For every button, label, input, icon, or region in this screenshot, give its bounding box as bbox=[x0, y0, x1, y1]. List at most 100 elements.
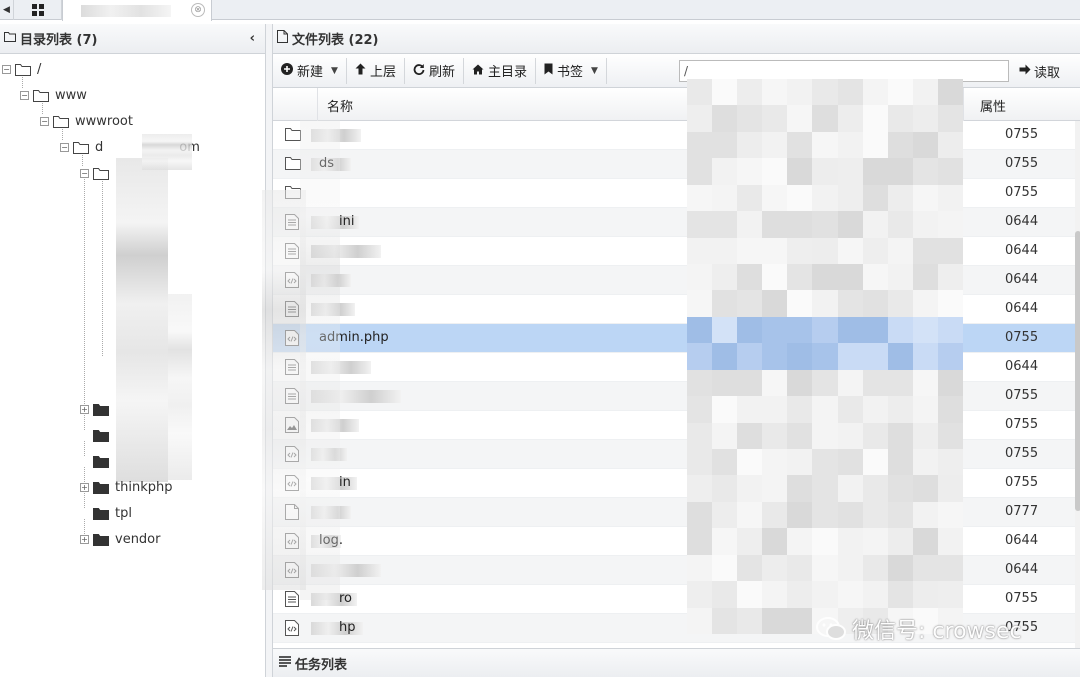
folder-filled-icon bbox=[93, 455, 109, 468]
up-button-label: 上层 bbox=[369, 65, 396, 80]
folder-filled-icon bbox=[93, 507, 109, 520]
collapse-node-icon[interactable]: − bbox=[40, 116, 49, 126]
redacted-columns-region bbox=[687, 79, 963, 634]
close-icon[interactable]: ⊗ bbox=[191, 3, 205, 17]
file-attr: 0755 bbox=[1005, 475, 1039, 490]
refresh-button-label: 刷新 bbox=[428, 65, 455, 80]
new-button[interactable]: 新建 ▼ bbox=[273, 57, 347, 84]
tree-node-root[interactable]: − / bbox=[2, 60, 41, 78]
folder-filled-icon bbox=[93, 403, 109, 416]
file-outline-icon bbox=[277, 30, 288, 47]
file-name: ini bbox=[339, 214, 355, 229]
folder-icon bbox=[15, 63, 31, 76]
file-name: hp bbox=[339, 620, 356, 635]
directory-panel: 目录列表 (7) ‹ − / − www − wwwroot − d − + +… bbox=[0, 24, 266, 677]
directory-panel-title: 目录列表 (7) bbox=[20, 33, 98, 48]
folder-icon bbox=[33, 89, 49, 102]
read-button[interactable]: 读取 bbox=[1019, 58, 1060, 84]
tree-node-wwwroot[interactable]: − wwwroot bbox=[40, 112, 133, 130]
scrollbar-thumb[interactable] bbox=[1075, 231, 1080, 511]
collapse-node-icon[interactable]: − bbox=[60, 142, 69, 152]
bookmark-button-label: 书签 bbox=[556, 65, 583, 80]
tab-strip: ◀ ⊗ bbox=[0, 0, 1080, 21]
text-file-icon bbox=[285, 591, 299, 611]
task-list-bar[interactable]: 任务列表 bbox=[272, 648, 1080, 677]
read-button-label: 读取 bbox=[1034, 65, 1061, 81]
task-list-title: 任务列表 bbox=[295, 657, 348, 673]
file-grid-scrollbar[interactable] bbox=[1075, 121, 1080, 648]
folder-icon bbox=[93, 167, 109, 180]
tree-node-dir[interactable] bbox=[80, 426, 109, 444]
file-name: in bbox=[339, 475, 351, 490]
bookmark-button[interactable]: 书签 ▼ bbox=[536, 57, 607, 84]
tab-file-manager[interactable]: ⊗ bbox=[62, 0, 212, 21]
column-attr-header[interactable]: 属性 bbox=[980, 96, 1006, 115]
refresh-button[interactable]: 刷新 bbox=[405, 57, 464, 84]
bookmark-icon bbox=[544, 63, 553, 78]
file-attr: 0777 bbox=[1005, 504, 1039, 519]
file-attr: 0755 bbox=[1005, 185, 1039, 200]
plus-circle-icon bbox=[281, 63, 293, 78]
file-attr: 0755 bbox=[1005, 446, 1039, 461]
home-button[interactable]: 主目录 bbox=[464, 57, 536, 84]
file-attr: 0644 bbox=[1005, 301, 1039, 316]
folder-filled-icon bbox=[93, 429, 109, 442]
tree-node-app[interactable]: − bbox=[80, 164, 109, 182]
tab-scroll-left-icon[interactable]: ◀ bbox=[0, 0, 14, 20]
column-name-header[interactable]: 名称 bbox=[327, 96, 353, 115]
expand-node-icon[interactable]: + bbox=[80, 482, 89, 492]
folder-icon bbox=[53, 115, 69, 128]
redacted-overlay bbox=[300, 120, 340, 600]
folder-icon bbox=[285, 156, 301, 174]
collapse-node-icon[interactable]: − bbox=[20, 90, 29, 100]
tree-label-prefix: d bbox=[95, 139, 104, 155]
tab-label-redacted bbox=[81, 4, 171, 17]
chevron-down-icon: ▼ bbox=[591, 65, 598, 76]
tree-node-dir[interactable] bbox=[80, 452, 109, 470]
list-icon bbox=[279, 656, 291, 670]
tree-node-www[interactable]: − www bbox=[20, 86, 87, 104]
arrow-right-icon bbox=[1019, 64, 1031, 79]
file-attr: 0755 bbox=[1005, 417, 1039, 432]
home-button-label: 主目录 bbox=[487, 65, 527, 80]
watermark-text: 微信号: crowsec bbox=[852, 619, 1022, 644]
redacted-tree-region bbox=[116, 158, 168, 482]
folder-icon bbox=[285, 127, 301, 145]
tree-label: wwwroot bbox=[75, 113, 133, 129]
directory-tree: − / − www − wwwroot − d om − bbox=[0, 54, 265, 674]
collapse-panel-icon[interactable]: ‹ bbox=[250, 31, 255, 46]
file-attr: 0755 bbox=[1005, 330, 1039, 345]
file-attr: 0644 bbox=[1005, 533, 1039, 548]
expand-node-icon[interactable]: + bbox=[80, 534, 89, 544]
file-attr: 0644 bbox=[1005, 562, 1039, 577]
tree-label: / bbox=[37, 61, 42, 77]
folder-outline-icon bbox=[4, 31, 16, 46]
file-attr: 0644 bbox=[1005, 243, 1039, 258]
tree-node-dir[interactable]: + bbox=[80, 400, 109, 418]
file-attr: 0755 bbox=[1005, 156, 1039, 171]
folder-filled-icon bbox=[93, 481, 109, 494]
expand-node-icon[interactable]: + bbox=[80, 404, 89, 414]
tree-label: vendor bbox=[115, 531, 161, 547]
file-list-title: 文件列表 (22) bbox=[292, 33, 379, 48]
tree-node-vendor[interactable]: + vendor bbox=[80, 530, 160, 548]
up-button[interactable]: 上层 bbox=[347, 57, 405, 84]
tree-label: tpl bbox=[115, 505, 132, 521]
file-name: ro bbox=[339, 591, 353, 606]
refresh-icon bbox=[413, 63, 425, 78]
file-attr: 0755 bbox=[1005, 388, 1039, 403]
tree-node-tpl[interactable]: tpl bbox=[80, 504, 132, 522]
collapse-node-icon[interactable]: − bbox=[2, 64, 11, 74]
tree-label: www bbox=[55, 87, 87, 103]
file-attr: 0755 bbox=[1005, 127, 1039, 142]
tree-node-thinkphp[interactable]: + thinkphp bbox=[80, 478, 172, 496]
grid-icon[interactable] bbox=[14, 0, 62, 20]
wechat-logo-icon bbox=[816, 617, 846, 640]
tree-label: thinkphp bbox=[115, 479, 173, 495]
collapse-node-icon[interactable]: − bbox=[80, 168, 89, 178]
folder-icon bbox=[73, 141, 89, 154]
file-attr: 0644 bbox=[1005, 359, 1039, 374]
redacted-tree-region bbox=[168, 294, 192, 480]
directory-panel-header: 目录列表 (7) ‹ bbox=[0, 24, 265, 54]
new-button-label: 新建 bbox=[297, 65, 324, 80]
